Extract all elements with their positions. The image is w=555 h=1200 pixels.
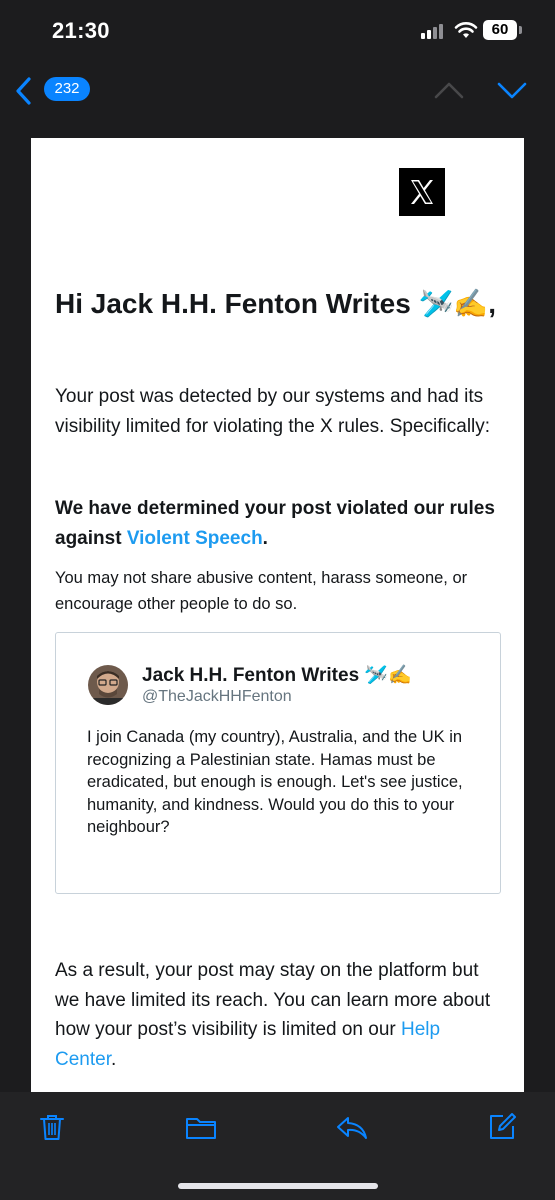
home-indicator[interactable]	[178, 1183, 378, 1189]
post-text: I join Canada (my country), Australia, a…	[87, 728, 463, 836]
chevron-down-icon[interactable]	[496, 80, 528, 100]
post-author-handle: @TheJackHHFenton	[142, 688, 292, 705]
compose-icon[interactable]	[487, 1112, 517, 1142]
quoted-post-card[interactable]: Jack H.H. Fenton Writes 🛩️✍️ @TheJackHHF…	[55, 632, 501, 894]
chevron-left-icon[interactable]	[14, 76, 34, 106]
status-bar: 21:30 60	[0, 0, 555, 60]
violation-statement: We have determined your post violated ou…	[55, 494, 505, 553]
post-author-name: Jack H.H. Fenton Writes 🛩️✍️	[142, 665, 412, 686]
result-suffix: .	[110, 1048, 117, 1070]
battery-tip	[519, 26, 522, 34]
result-paragraph: As a result, your post may stay on the p…	[55, 956, 505, 1074]
email-greeting: Hi Jack H.H. Fenton Writes 🛩️✍️,	[55, 288, 497, 319]
violation-prefix: We have determined your post violated ou…	[55, 498, 495, 549]
clock: 21:30	[52, 18, 110, 43]
cellular-signal-icon	[421, 23, 447, 39]
chevron-up-icon[interactable]	[433, 80, 465, 100]
intro-paragraph: Your post was detected by our systems an…	[55, 386, 491, 437]
avatar	[88, 665, 128, 705]
x-logo	[399, 168, 445, 216]
message-count-badge[interactable]: 232	[44, 77, 90, 101]
violation-detail: You may not share abusive content, haras…	[55, 569, 468, 613]
email-body: Hi Jack H.H. Fenton Writes 🛩️✍️, Your po…	[31, 138, 524, 1092]
wifi-icon	[454, 22, 478, 38]
violation-suffix: .	[262, 527, 268, 549]
x-logo-icon	[411, 180, 433, 204]
battery-indicator: 60	[483, 20, 517, 40]
trash-icon[interactable]	[37, 1112, 67, 1142]
violent-speech-link[interactable]: Violent Speech	[127, 528, 263, 549]
folder-icon[interactable]	[185, 1112, 217, 1142]
reply-icon[interactable]	[335, 1112, 369, 1142]
